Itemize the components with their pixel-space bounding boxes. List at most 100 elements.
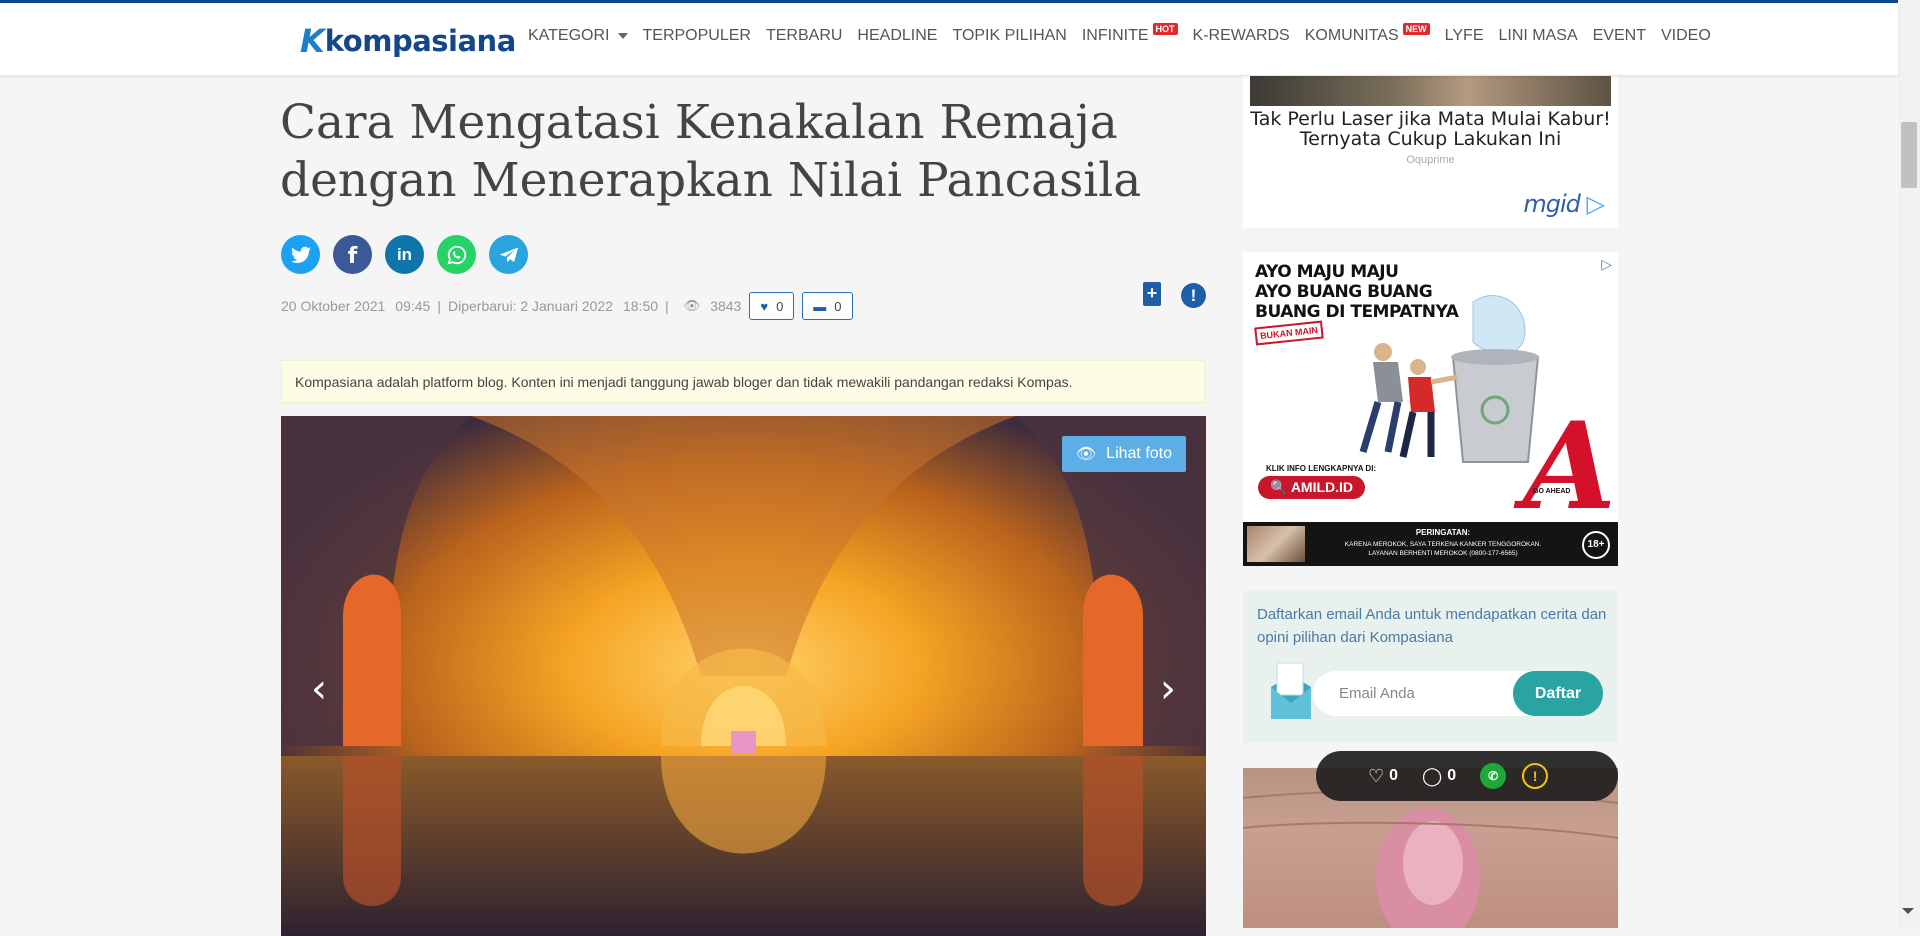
eye-icon: 👁 xyxy=(1075,446,1097,463)
report-warning-icon[interactable]: ! xyxy=(1522,763,1549,789)
mgid-logo[interactable]: mgid ▷ xyxy=(1523,190,1605,218)
share-buttons: f in xyxy=(281,235,541,274)
article-title: Cara Mengatasi Kenakalan Remaja dengan M… xyxy=(280,95,1142,208)
health-warning: PERINGATAN: KARENA MEROKOK, SAYA TERKENA… xyxy=(1243,522,1618,566)
floating-comment-button[interactable]: ◯ 0 xyxy=(1422,766,1456,787)
nav-label: TERBARU xyxy=(765,27,843,44)
nav-topik-pilihan[interactable]: TOPIK PILIHAN xyxy=(952,27,1066,45)
report-icon[interactable]: ! xyxy=(1181,283,1206,308)
nav-label: LINI MASA xyxy=(1498,27,1578,44)
facebook-share-icon[interactable]: f xyxy=(333,235,372,274)
nav-kategori[interactable]: KATEGORI xyxy=(528,27,628,45)
meta-separator: | xyxy=(665,298,669,314)
subscribe-button[interactable]: Daftar xyxy=(1513,671,1603,716)
whatsapp-icon[interactable]: ✆ xyxy=(1480,763,1507,789)
nav-komunitas[interactable]: KOMUNITAS NEW xyxy=(1304,23,1430,45)
view-photo-button[interactable]: 👁 Lihat foto xyxy=(1061,436,1186,472)
chevron-down-icon xyxy=(617,33,628,39)
twitter-share-icon[interactable] xyxy=(281,235,320,274)
logo-wordmark: kompasiana xyxy=(324,24,516,58)
warning-line-1: KARENA MEROKOK, SAYA TERKENA KANKER TENG… xyxy=(1344,541,1542,548)
updated-date: Diperbarui: 2 Januari 2022 xyxy=(447,298,613,314)
telegram-share-icon[interactable] xyxy=(489,235,528,274)
heart-outline-icon: ♡ xyxy=(1368,765,1385,786)
ad-stamp: BUKAN MAIN xyxy=(1254,320,1324,346)
nav-label: VIDEO xyxy=(1660,27,1711,44)
linkedin-glyph: in xyxy=(396,244,413,264)
publish-date: 20 Oktober 2021 xyxy=(281,298,386,314)
nav-k-rewards[interactable]: K-REWARDS xyxy=(1193,27,1290,45)
warning-text: KARENA MEROKOK, SAYA TERKENA KANKER TENG… xyxy=(1323,540,1563,558)
amild-ad-banner[interactable]: ▷ AYO MAJU MAJU AYO BUANG BUANG BUANG DI… xyxy=(1243,252,1618,566)
comment-outline-icon: ◯ xyxy=(1422,765,1443,786)
nav-terpopuler[interactable]: TERPOPULER xyxy=(643,27,751,45)
whatsapp-share-icon[interactable] xyxy=(437,235,476,274)
ad-info-label: KLIK INFO LENGKAPNYA DI: xyxy=(1266,464,1377,473)
ad-source: Oquprime xyxy=(1406,154,1455,166)
nav-label: HEADLINE xyxy=(857,27,938,44)
amild-url-label: AMILD.ID xyxy=(1290,479,1354,495)
article-meta: 20 Oktober 2021 09:45 | Diperbarui: 2 Ja… xyxy=(281,292,853,320)
envelope-icon xyxy=(1271,662,1311,719)
floating-action-bar: ♡ 0 ◯ 0 ✆ ! xyxy=(1316,751,1618,801)
meta-separator: | xyxy=(437,298,441,314)
carousel-next-icon[interactable]: › xyxy=(1160,666,1176,712)
comment-count: 0 xyxy=(834,298,842,314)
mgid-ad[interactable]: Tak Perlu Laser jika Mata Mulai Kabur! T… xyxy=(1243,76,1618,228)
eye-icon: 👁 xyxy=(683,298,701,313)
email-placeholder: Email Anda xyxy=(1339,685,1415,702)
amild-url-button[interactable]: 🔍 AMILD.ID xyxy=(1258,476,1366,499)
nav-event[interactable]: EVENT xyxy=(1593,27,1646,45)
nav-infinite[interactable]: INFINITE HOT xyxy=(1081,23,1178,45)
disclaimer-text: Kompasiana adalah platform blog. Konten … xyxy=(295,373,1073,390)
like-button[interactable]: ♥ 0 xyxy=(749,292,795,320)
warning-image xyxy=(1247,526,1305,562)
ad-image xyxy=(1250,76,1611,106)
warning-line-2: LAYANAN BERHENTI MEROKOK (0800-177-6565) xyxy=(1368,550,1518,557)
publish-time: 09:45 xyxy=(395,298,431,314)
comment-button[interactable]: ▬ 0 xyxy=(802,292,853,320)
trash-can-illustration xyxy=(1359,295,1540,463)
nav-label: EVENT xyxy=(1592,27,1646,44)
floating-like-count: 0 xyxy=(1389,767,1399,784)
nav-lini-masa[interactable]: LINI MASA xyxy=(1498,27,1577,45)
mgid-label: mgid xyxy=(1523,190,1581,218)
subscribe-label: Daftar xyxy=(1534,684,1582,702)
ad-headline-1: AYO MAJU MAJU xyxy=(1255,262,1399,282)
bookmark-add-icon[interactable]: + xyxy=(1143,282,1161,306)
nav-terbaru[interactable]: TERBARU xyxy=(766,27,842,45)
nav-label: TERPOPULER xyxy=(642,27,751,44)
nav-label: KOMUNITAS xyxy=(1304,27,1399,44)
heart-icon: ♥ xyxy=(760,298,769,314)
nav-label: K-REWARDS xyxy=(1192,27,1290,44)
facebook-glyph: f xyxy=(347,243,358,269)
view-count: 3843 xyxy=(710,298,742,314)
nav-label: TOPIK PILIHAN xyxy=(952,27,1067,44)
nav-label: INFINITE xyxy=(1081,27,1149,44)
updated-time: 18:50 xyxy=(622,298,659,314)
newsletter-text: Daftarkan email Anda untuk mendapatkan c… xyxy=(1257,606,1607,646)
nav-headline[interactable]: HEADLINE xyxy=(857,27,937,45)
nav-lyfe[interactable]: LYFE xyxy=(1445,27,1484,45)
scrollbar-thumb[interactable] xyxy=(1901,122,1917,188)
article-photo[interactable]: 👁 Lihat foto ‹ › xyxy=(281,416,1206,936)
logo-mark: K xyxy=(300,22,325,60)
mgid-play-icon: ▷ xyxy=(1586,190,1605,218)
newsletter-signup: Daftarkan email Anda untuk mendapatkan c… xyxy=(1243,591,1618,743)
arched-hall-image xyxy=(281,416,1206,936)
linkedin-share-icon[interactable]: in xyxy=(385,235,424,274)
ad-choices-icon[interactable]: ▷ xyxy=(1601,256,1612,273)
scroll-down-arrow-icon[interactable] xyxy=(1902,908,1914,914)
floating-like-button[interactable]: ♡ 0 xyxy=(1368,766,1398,787)
ad-tagline: GO AHEAD xyxy=(1533,488,1571,495)
nav-video[interactable]: VIDEO xyxy=(1661,27,1711,45)
warning-title: PERINGATAN: xyxy=(1415,528,1471,537)
disclaimer-box: Kompasiana adalah platform blog. Konten … xyxy=(281,360,1205,403)
main-nav: KATEGORI TERPOPULER TERBARU HEADLINE TOP… xyxy=(528,3,1726,69)
carousel-prev-icon[interactable]: ‹ xyxy=(311,666,327,712)
a-mild-logo: A xyxy=(1523,396,1617,537)
kompasiana-logo[interactable]: K kompasiana xyxy=(300,21,516,61)
nav-label: KATEGORI xyxy=(528,27,610,44)
ad-title[interactable]: Tak Perlu Laser jika Mata Mulai Kabur! T… xyxy=(1243,109,1618,149)
view-photo-label: Lihat foto xyxy=(1106,445,1172,462)
